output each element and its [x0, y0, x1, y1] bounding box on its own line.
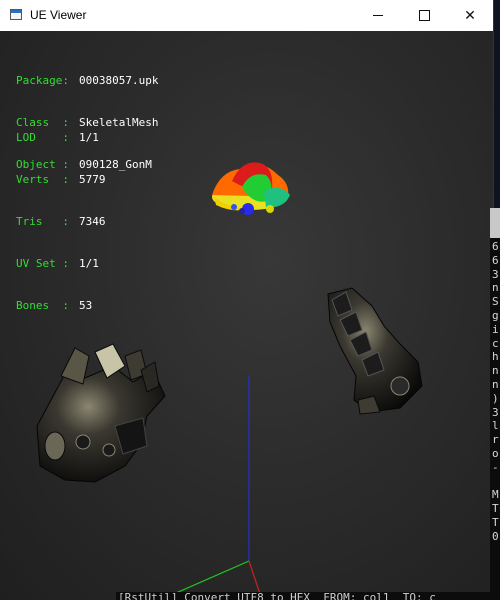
minimize-icon	[373, 15, 383, 16]
terminal-text: 6 6 3 n S g i c h n n ) 3 l r o - M T T …	[492, 240, 499, 543]
info-row-verts: Verts :5779	[16, 173, 106, 186]
close-button[interactable]: ✕	[447, 0, 493, 31]
3d-viewport[interactable]: Package: 00038057.upk Class : SkeletalMesh…	[0, 31, 493, 600]
info-row-bones: Bones :53	[16, 299, 93, 312]
right-gauntlet-mesh	[327, 287, 423, 415]
info-row-tris: Tris :7346	[16, 215, 106, 228]
mesh-info-stats: LOD :1/1 Verts :5779 Tris :7346 UV Set :…	[16, 103, 106, 341]
info-row-package: Package: 00038057.upk	[16, 74, 159, 87]
maximize-button[interactable]	[401, 0, 447, 31]
background-terminal[interactable]: 6 6 3 n S g i c h n n ) 3 l r o - M T T …	[490, 208, 500, 600]
ue-viewer-window[interactable]: UE Viewer ✕ Package: 00038057.upk Class …	[0, 0, 493, 600]
window-title: UE Viewer	[30, 8, 87, 22]
background-terminal-status: [RstUtil] Convert UTF8 to HEX FROM: col1…	[116, 592, 500, 600]
info-row-lod: LOD :1/1	[16, 131, 99, 144]
hat-mesh	[212, 162, 290, 215]
app-icon	[10, 9, 22, 20]
terminal-status-line: [RstUtil] Convert UTF8 to HEX FROM: col1…	[118, 592, 436, 600]
minimize-button[interactable]	[355, 0, 401, 31]
title-bar[interactable]: UE Viewer ✕	[0, 0, 493, 31]
close-icon: ✕	[464, 7, 476, 23]
maximize-icon	[418, 10, 430, 21]
left-gauntlet-mesh	[36, 343, 166, 483]
info-row-uvset: UV Set :1/1	[16, 257, 99, 270]
terminal-scrollbar[interactable]	[490, 208, 500, 238]
